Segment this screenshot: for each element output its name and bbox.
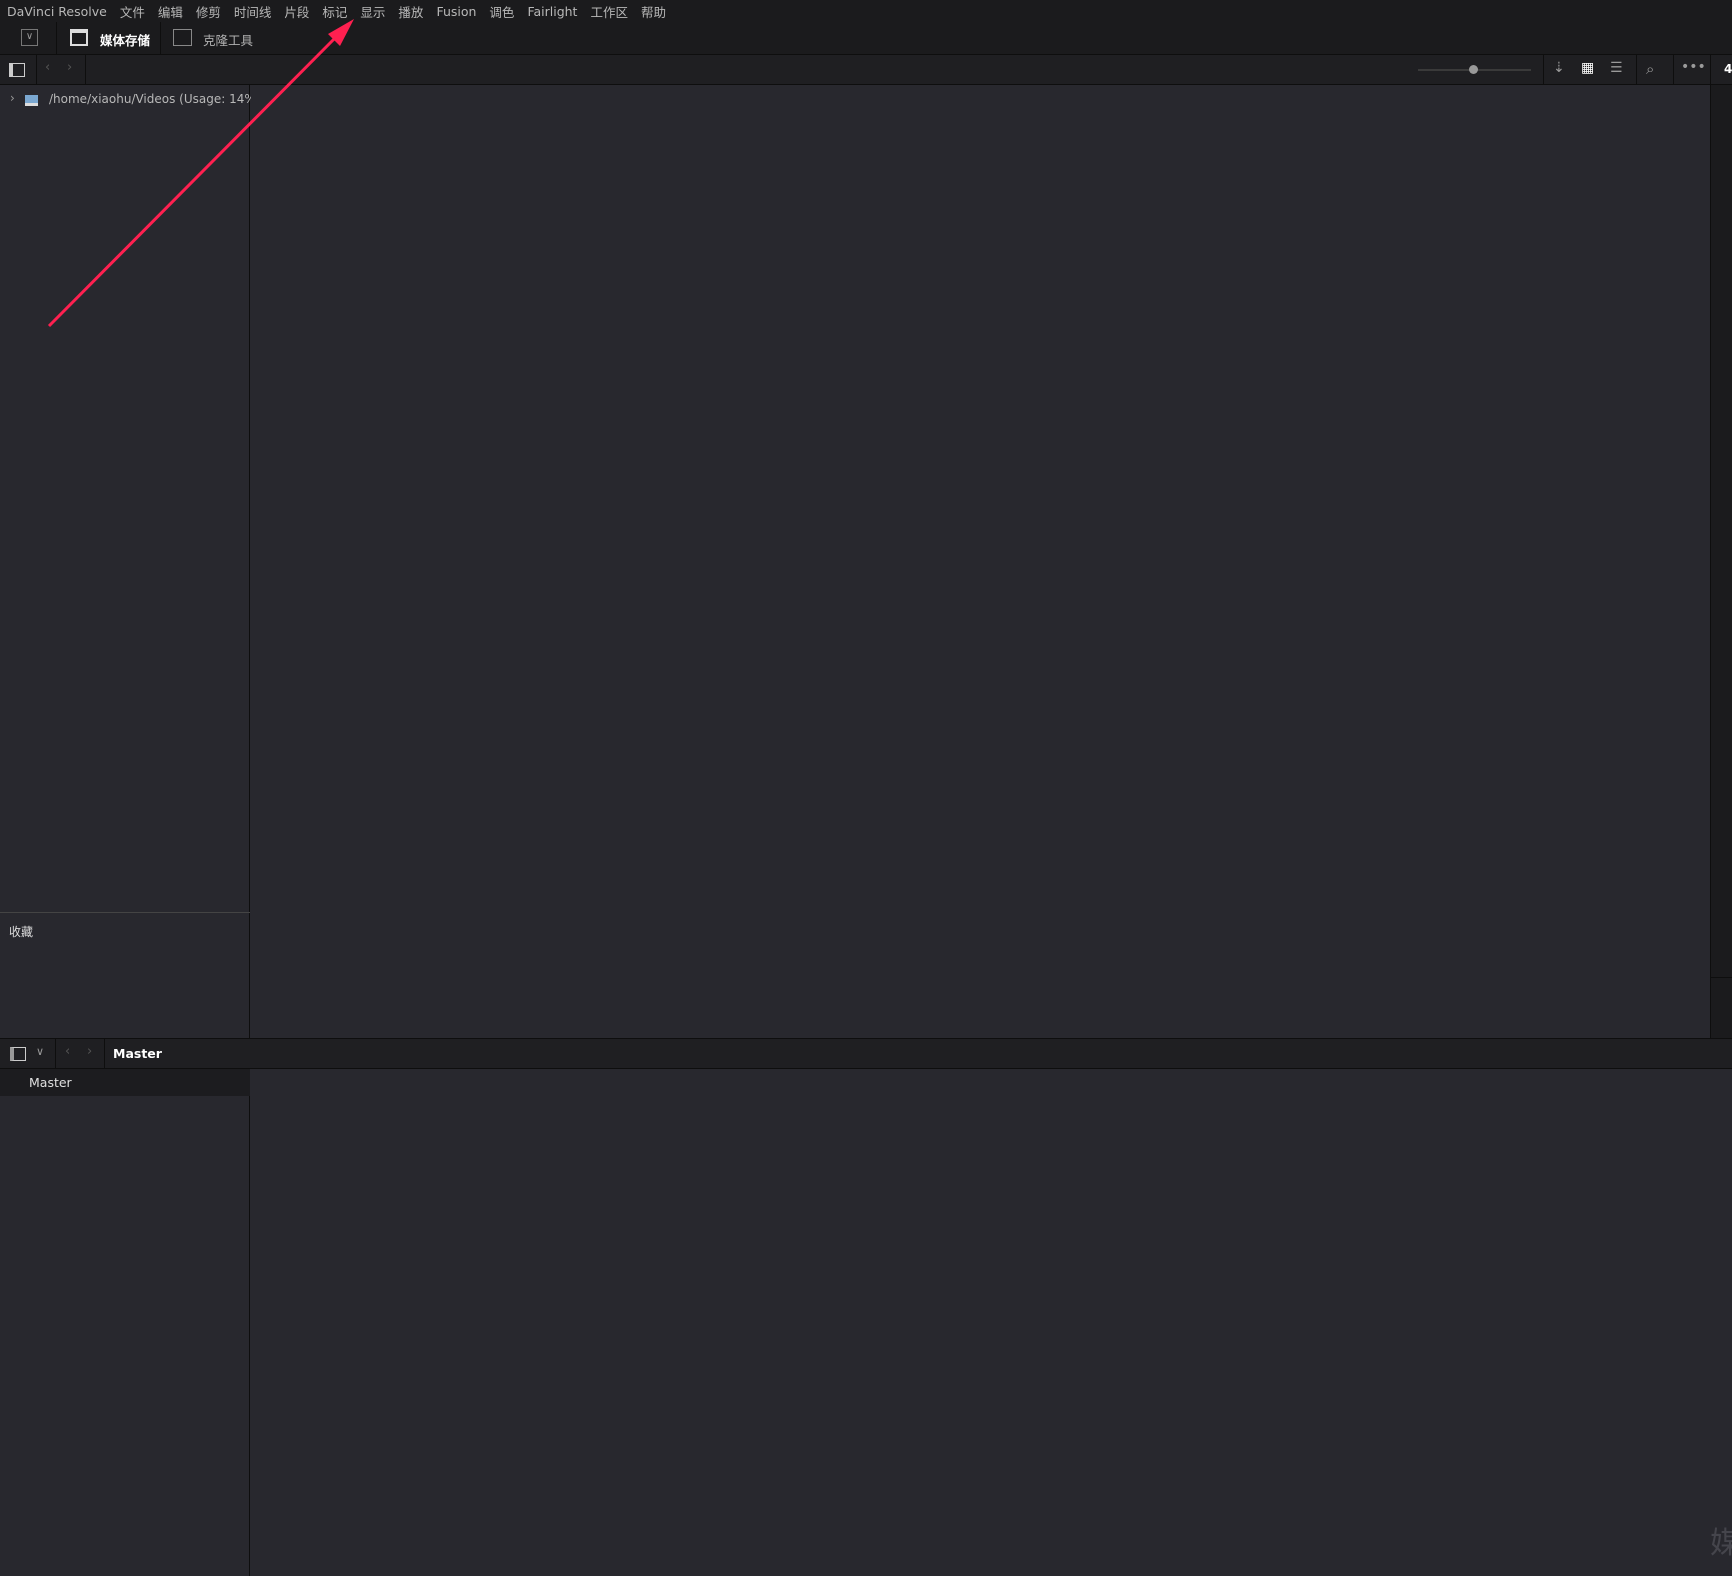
bin-breadcrumb: Master (113, 1046, 162, 1061)
arrow-line (47, 31, 342, 328)
bin-item-label: Master (29, 1075, 72, 1090)
bin-nav-bar: ∨ ‹ › Master (0, 1038, 1732, 1069)
favorites-label: 收藏 (9, 925, 34, 939)
bin-list-panel: Master (0, 1069, 250, 1576)
bin-sidebar-toggle-icon[interactable] (10, 1047, 26, 1061)
favorites-divider (0, 912, 250, 913)
back-icon[interactable]: ‹ (65, 1044, 70, 1059)
chevron-down-icon[interactable]: ∨ (36, 1045, 44, 1058)
watermark-text: 媒 (1710, 1526, 1732, 1561)
annotation-arrow (47, 19, 354, 328)
forward-icon[interactable]: › (87, 1044, 92, 1059)
bin-item-master[interactable]: Master (0, 1069, 250, 1096)
